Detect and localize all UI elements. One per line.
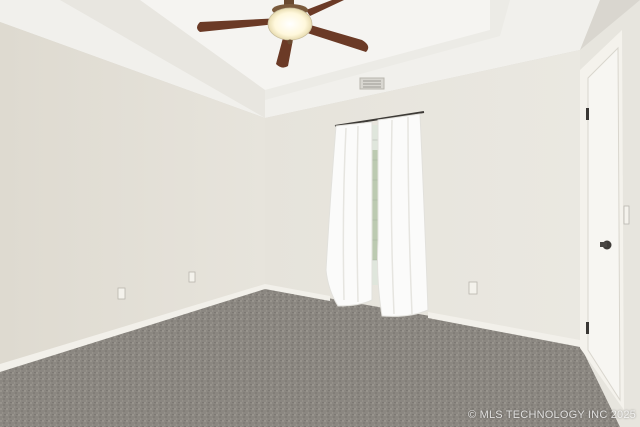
empty-bedroom-photo xyxy=(0,0,640,427)
door-hinge-bottom xyxy=(586,322,589,334)
light-switch xyxy=(623,205,630,225)
wall-outlet-back xyxy=(468,281,478,295)
door xyxy=(587,46,621,402)
wall-outlet-left xyxy=(117,287,126,300)
fan-light-globe xyxy=(267,7,313,41)
curtain-right xyxy=(377,113,429,317)
copyright-watermark: © MLS TECHNOLOGY INC 2025 xyxy=(468,409,636,421)
door-hinge-top xyxy=(586,108,589,120)
door-knob-stem xyxy=(600,242,607,247)
wall-outlet-left-upper xyxy=(188,271,196,283)
